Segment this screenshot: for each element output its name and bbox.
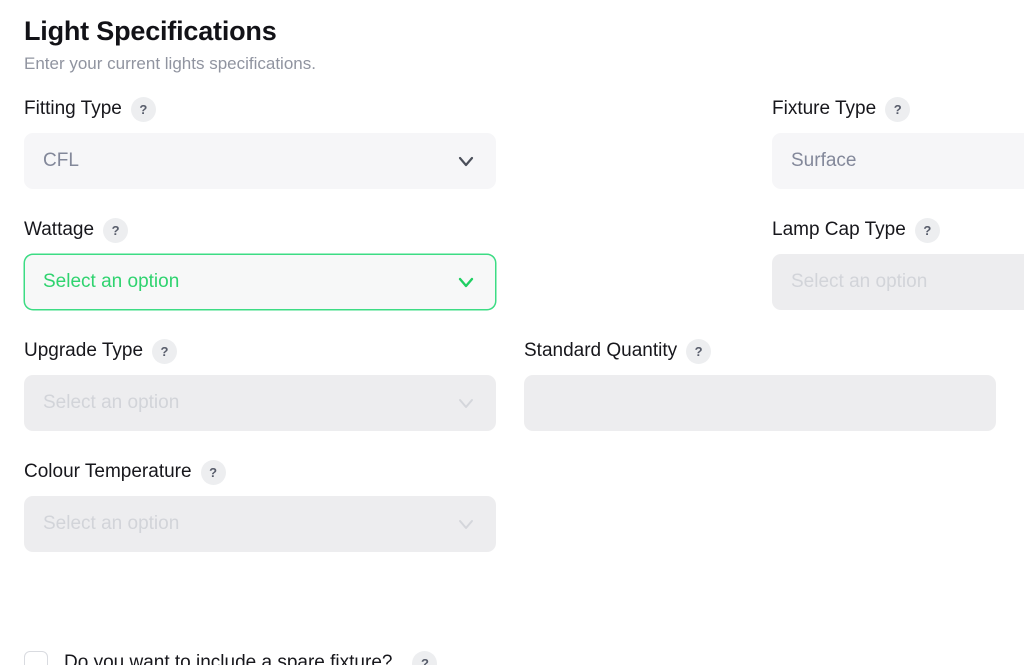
standard-quantity-label-row: Standard Quantity ?: [524, 338, 996, 364]
field-upgrade-type: Upgrade Type ? Select an option: [24, 338, 524, 459]
help-icon[interactable]: ?: [686, 339, 711, 364]
colour-temperature-value: Select an option: [43, 511, 179, 537]
field-lamp-cap-type: Lamp Cap Type ? Select an option: [772, 217, 1024, 338]
colour-temperature-label-row: Colour Temperature ?: [24, 459, 496, 485]
wattage-label: Wattage: [24, 217, 94, 243]
help-icon[interactable]: ?: [131, 97, 156, 122]
help-icon[interactable]: ?: [152, 339, 177, 364]
help-icon[interactable]: ?: [915, 218, 940, 243]
colour-temperature-label: Colour Temperature: [24, 459, 192, 485]
standard-quantity-input: [524, 375, 996, 431]
fixture-type-label-row: Fixture Type ?: [772, 96, 1024, 122]
spare-fixture-row[interactable]: Do you want to include a spare fixture? …: [24, 650, 437, 665]
spare-fixture-checkbox[interactable]: [24, 651, 48, 665]
spare-fixture-label: Do you want to include a spare fixture?: [64, 650, 392, 665]
chevron-down-icon: [454, 391, 478, 415]
lamp-cap-type-label-row: Lamp Cap Type ?: [772, 217, 1024, 243]
fitting-type-label-row: Fitting Type ?: [24, 96, 496, 122]
form-grid: Fitting Type ? CFL Fixture Type ?: [24, 96, 1024, 580]
chevron-down-icon: [454, 270, 478, 294]
wattage-select[interactable]: Select an option: [24, 254, 496, 310]
chevron-down-icon: [454, 512, 478, 536]
lamp-cap-type-value: Select an option: [791, 269, 927, 295]
help-icon[interactable]: ?: [885, 97, 910, 122]
fixture-type-label: Fixture Type: [772, 96, 876, 122]
chevron-down-icon: [454, 149, 478, 173]
field-fitting-type: Fitting Type ? CFL: [24, 96, 524, 217]
field-fixture-type: Fixture Type ? Surface: [772, 96, 1024, 217]
fixture-type-value: Surface: [791, 148, 856, 174]
upgrade-type-select: Select an option: [24, 375, 496, 431]
standard-quantity-label: Standard Quantity: [524, 338, 677, 364]
help-icon[interactable]: ?: [412, 651, 437, 665]
page-title: Light Specifications: [24, 14, 1024, 48]
fitting-type-select[interactable]: CFL: [24, 133, 496, 189]
row4-spacer-c: [772, 459, 1024, 580]
wattage-value: Select an option: [43, 269, 179, 295]
upgrade-type-value: Select an option: [43, 390, 179, 416]
wattage-label-row: Wattage ?: [24, 217, 496, 243]
lamp-cap-type-select: Select an option: [772, 254, 1024, 310]
fitting-type-value: CFL: [43, 148, 79, 174]
row2-spacer: [524, 217, 772, 338]
fixture-type-select[interactable]: Surface: [772, 133, 1024, 189]
field-wattage: Wattage ? Select an option: [24, 217, 524, 338]
help-icon[interactable]: ?: [201, 460, 226, 485]
upgrade-type-label: Upgrade Type: [24, 338, 143, 364]
row1-spacer: [524, 96, 772, 217]
row4-spacer-b: [524, 459, 772, 580]
field-standard-quantity: Standard Quantity ?: [524, 338, 1024, 459]
page-subtitle: Enter your current lights specifications…: [24, 52, 1024, 76]
upgrade-type-label-row: Upgrade Type ?: [24, 338, 496, 364]
help-icon[interactable]: ?: [103, 218, 128, 243]
fitting-type-label: Fitting Type: [24, 96, 122, 122]
field-colour-temperature: Colour Temperature ? Select an option: [24, 459, 524, 580]
colour-temperature-select: Select an option: [24, 496, 496, 552]
lamp-cap-type-label: Lamp Cap Type: [772, 217, 906, 243]
light-specifications-form: Light Specifications Enter your current …: [0, 0, 1024, 665]
